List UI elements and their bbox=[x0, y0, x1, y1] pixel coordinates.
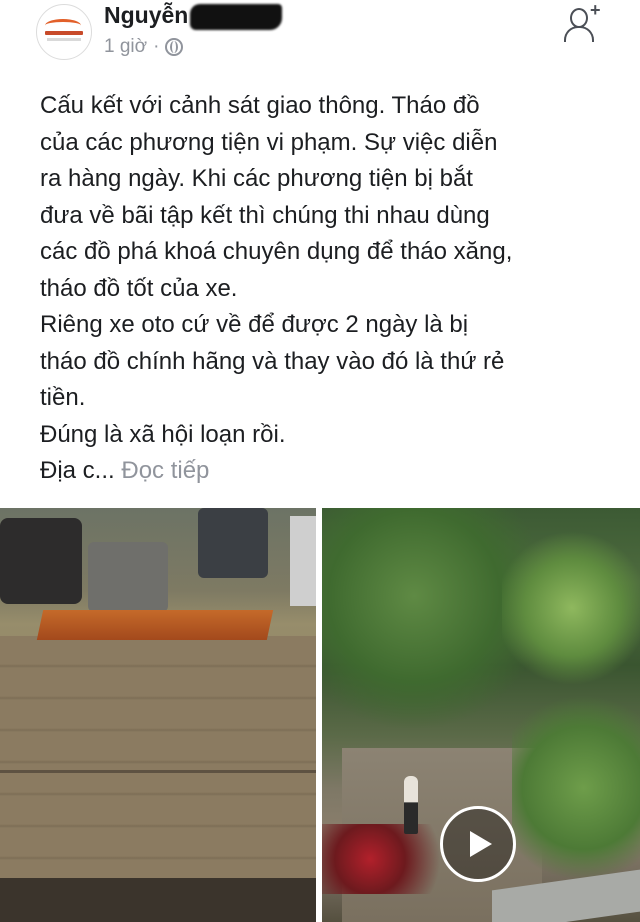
name-redaction bbox=[190, 3, 283, 30]
post-body: Cấu kết với cảnh sát giao thông. Tháo đồ… bbox=[40, 88, 620, 490]
post-line-truncated: Địa c... Đọc tiếp bbox=[40, 453, 620, 490]
post-line: Đúng là xã hội loạn rồi. bbox=[40, 420, 286, 448]
post-line: đưa về bãi tập kết thì chúng thi nhau dù… bbox=[40, 201, 490, 229]
post-line: ra hàng ngày. Khi các phương tiện bị bắt bbox=[40, 165, 473, 192]
tree-foliage bbox=[502, 528, 640, 688]
add-friend-icon bbox=[570, 8, 588, 28]
post-line: các đồ phá khoá chuyên dụng để tháo xăng… bbox=[40, 238, 513, 265]
truncated-text: Địa c... bbox=[40, 457, 115, 484]
add-friend-icon-body bbox=[564, 26, 594, 42]
photo-shadow bbox=[0, 878, 316, 922]
post-line: Cấu kết với cảnh sát giao thông. Tháo đồ bbox=[40, 92, 480, 119]
post-line: Riêng xe oto cứ về để được 2 ngày là bị bbox=[40, 311, 469, 338]
roof-ridge bbox=[0, 770, 316, 773]
author-name-text[interactable]: Nguyễn bbox=[104, 2, 188, 28]
white-van bbox=[290, 516, 316, 606]
post-line: của các phương tiện vi phạm. Sự việc diễ… bbox=[40, 128, 498, 156]
post-line: tháo đồ chính hãng và thay vào đó là thứ… bbox=[40, 347, 505, 375]
media-photo-left[interactable] bbox=[0, 508, 316, 922]
tree-foliage bbox=[512, 688, 640, 888]
author-name[interactable]: Nguyễn bbox=[104, 2, 283, 30]
grey-car bbox=[88, 542, 168, 612]
logo-wordmark bbox=[45, 31, 83, 35]
globe-icon[interactable] bbox=[165, 38, 184, 56]
logo-tagline bbox=[47, 38, 81, 41]
see-more-link[interactable]: Đọc tiếp bbox=[121, 457, 209, 484]
post-header: Nguyễn 1 giờ · + bbox=[0, 0, 640, 80]
person-figure bbox=[404, 776, 418, 834]
author-avatar[interactable] bbox=[36, 4, 92, 60]
play-video-button[interactable] bbox=[440, 806, 516, 882]
post-line: tháo đồ tốt của xe. bbox=[40, 274, 238, 302]
parked-car bbox=[198, 508, 268, 578]
post-media bbox=[0, 508, 640, 922]
post-meta: 1 giờ · bbox=[104, 36, 184, 58]
meta-separator: · bbox=[153, 36, 160, 57]
tow-truck-flatbed bbox=[36, 610, 274, 640]
post-line: tiền. bbox=[40, 384, 86, 411]
add-friend-button[interactable]: + bbox=[564, 0, 604, 44]
dark-car bbox=[0, 518, 82, 604]
post-timestamp[interactable]: 1 giờ bbox=[104, 36, 147, 58]
play-icon bbox=[470, 831, 492, 857]
add-friend-plus: + bbox=[590, 0, 601, 20]
